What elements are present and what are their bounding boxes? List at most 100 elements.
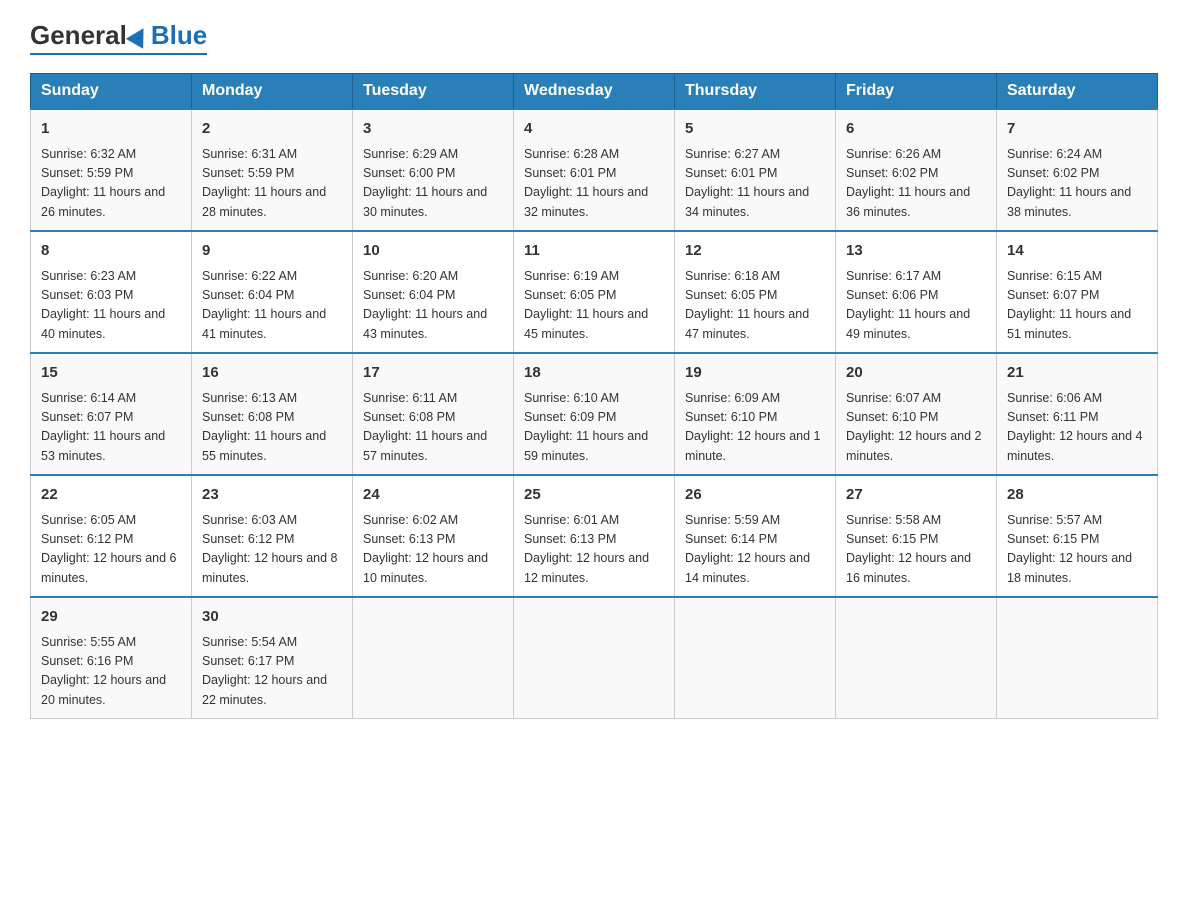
logo-blue-text: Blue bbox=[151, 20, 207, 51]
day-info: Sunrise: 6:03 AMSunset: 6:12 PMDaylight:… bbox=[202, 511, 342, 589]
week-row-3: 15 Sunrise: 6:14 AMSunset: 6:07 PMDayligh… bbox=[31, 353, 1158, 475]
day-info: Sunrise: 6:27 AMSunset: 6:01 PMDaylight:… bbox=[685, 145, 825, 223]
calendar-cell: 5 Sunrise: 6:27 AMSunset: 6:01 PMDaylight… bbox=[675, 109, 836, 231]
day-number: 4 bbox=[524, 118, 664, 141]
calendar-cell: 2 Sunrise: 6:31 AMSunset: 5:59 PMDaylight… bbox=[192, 109, 353, 231]
day-number: 15 bbox=[41, 362, 181, 385]
col-header-sunday: Sunday bbox=[31, 74, 192, 110]
day-info: Sunrise: 6:26 AMSunset: 6:02 PMDaylight:… bbox=[846, 145, 986, 223]
calendar-cell: 1Sunrise: 6:32 AMSunset: 5:59 PMDaylight… bbox=[31, 109, 192, 231]
calendar-cell: 25 Sunrise: 6:01 AMSunset: 6:13 PMDayligh… bbox=[514, 475, 675, 597]
calendar-cell bbox=[353, 597, 514, 719]
day-info: Sunrise: 5:55 AMSunset: 6:16 PMDaylight:… bbox=[41, 633, 181, 711]
calendar-cell: 12 Sunrise: 6:18 AMSunset: 6:05 PMDayligh… bbox=[675, 231, 836, 353]
week-row-1: 1Sunrise: 6:32 AMSunset: 5:59 PMDaylight… bbox=[31, 109, 1158, 231]
calendar-cell: 3 Sunrise: 6:29 AMSunset: 6:00 PMDaylight… bbox=[353, 109, 514, 231]
calendar-cell: 17 Sunrise: 6:11 AMSunset: 6:08 PMDayligh… bbox=[353, 353, 514, 475]
day-number: 20 bbox=[846, 362, 986, 385]
day-info: Sunrise: 6:09 AMSunset: 6:10 PMDaylight:… bbox=[685, 389, 825, 467]
calendar-cell: 9Sunrise: 6:22 AMSunset: 6:04 PMDaylight… bbox=[192, 231, 353, 353]
day-number: 13 bbox=[846, 240, 986, 263]
calendar-cell: 14 Sunrise: 6:15 AMSunset: 6:07 PMDayligh… bbox=[997, 231, 1158, 353]
calendar-cell bbox=[997, 597, 1158, 719]
calendar-cell: 19Sunrise: 6:09 AMSunset: 6:10 PMDayligh… bbox=[675, 353, 836, 475]
day-info: Sunrise: 6:32 AMSunset: 5:59 PMDaylight:… bbox=[41, 145, 181, 223]
col-header-friday: Friday bbox=[836, 74, 997, 110]
day-number: 14 bbox=[1007, 240, 1147, 263]
calendar-cell: 26 Sunrise: 5:59 AMSunset: 6:14 PMDayligh… bbox=[675, 475, 836, 597]
day-number: 7 bbox=[1007, 118, 1147, 141]
day-info: Sunrise: 6:13 AMSunset: 6:08 PMDaylight:… bbox=[202, 389, 342, 467]
day-number: 6 bbox=[846, 118, 986, 141]
calendar-cell: 16Sunrise: 6:13 AMSunset: 6:08 PMDayligh… bbox=[192, 353, 353, 475]
week-row-2: 8 Sunrise: 6:23 AMSunset: 6:03 PMDaylight… bbox=[31, 231, 1158, 353]
day-info: Sunrise: 6:29 AMSunset: 6:00 PMDaylight:… bbox=[363, 145, 503, 223]
calendar-cell: 11 Sunrise: 6:19 AMSunset: 6:05 PMDayligh… bbox=[514, 231, 675, 353]
day-info: Sunrise: 6:23 AMSunset: 6:03 PMDaylight:… bbox=[41, 267, 181, 345]
day-info: Sunrise: 6:15 AMSunset: 6:07 PMDaylight:… bbox=[1007, 267, 1147, 345]
logo-general-text: General bbox=[30, 20, 127, 51]
header-row: SundayMondayTuesdayWednesdayThursdayFrid… bbox=[31, 74, 1158, 110]
calendar-cell: 22Sunrise: 6:05 AMSunset: 6:12 PMDayligh… bbox=[31, 475, 192, 597]
calendar-cell: 21 Sunrise: 6:06 AMSunset: 6:11 PMDayligh… bbox=[997, 353, 1158, 475]
day-info: Sunrise: 6:02 AMSunset: 6:13 PMDaylight:… bbox=[363, 511, 503, 589]
day-number: 27 bbox=[846, 484, 986, 507]
logo-underline bbox=[30, 53, 207, 55]
calendar-cell: 10 Sunrise: 6:20 AMSunset: 6:04 PMDayligh… bbox=[353, 231, 514, 353]
logo: General Blue bbox=[30, 20, 207, 55]
day-info: Sunrise: 6:31 AMSunset: 5:59 PMDaylight:… bbox=[202, 145, 342, 223]
day-info: Sunrise: 6:24 AMSunset: 6:02 PMDaylight:… bbox=[1007, 145, 1147, 223]
day-number: 5 bbox=[685, 118, 825, 141]
week-row-5: 29 Sunrise: 5:55 AMSunset: 6:16 PMDayligh… bbox=[31, 597, 1158, 719]
col-header-wednesday: Wednesday bbox=[514, 74, 675, 110]
calendar-cell: 15 Sunrise: 6:14 AMSunset: 6:07 PMDayligh… bbox=[31, 353, 192, 475]
day-number: 23 bbox=[202, 484, 342, 507]
day-number: 12 bbox=[685, 240, 825, 263]
day-number: 10 bbox=[363, 240, 503, 263]
day-number: 25 bbox=[524, 484, 664, 507]
logo-triangle-icon bbox=[126, 23, 152, 49]
col-header-thursday: Thursday bbox=[675, 74, 836, 110]
day-number: 3 bbox=[363, 118, 503, 141]
week-row-4: 22Sunrise: 6:05 AMSunset: 6:12 PMDayligh… bbox=[31, 475, 1158, 597]
day-info: Sunrise: 6:14 AMSunset: 6:07 PMDaylight:… bbox=[41, 389, 181, 467]
calendar-cell: 7 Sunrise: 6:24 AMSunset: 6:02 PMDaylight… bbox=[997, 109, 1158, 231]
day-info: Sunrise: 6:11 AMSunset: 6:08 PMDaylight:… bbox=[363, 389, 503, 467]
day-number: 18 bbox=[524, 362, 664, 385]
day-number: 26 bbox=[685, 484, 825, 507]
day-number: 8 bbox=[41, 240, 181, 263]
day-number: 2 bbox=[202, 118, 342, 141]
day-info: Sunrise: 5:59 AMSunset: 6:14 PMDaylight:… bbox=[685, 511, 825, 589]
day-number: 17 bbox=[363, 362, 503, 385]
day-info: Sunrise: 6:20 AMSunset: 6:04 PMDaylight:… bbox=[363, 267, 503, 345]
day-number: 29 bbox=[41, 606, 181, 629]
calendar-cell: 6 Sunrise: 6:26 AMSunset: 6:02 PMDaylight… bbox=[836, 109, 997, 231]
day-info: Sunrise: 6:17 AMSunset: 6:06 PMDaylight:… bbox=[846, 267, 986, 345]
calendar-cell: 28Sunrise: 5:57 AMSunset: 6:15 PMDayligh… bbox=[997, 475, 1158, 597]
day-number: 21 bbox=[1007, 362, 1147, 385]
calendar-cell: 18 Sunrise: 6:10 AMSunset: 6:09 PMDayligh… bbox=[514, 353, 675, 475]
day-info: Sunrise: 6:22 AMSunset: 6:04 PMDaylight:… bbox=[202, 267, 342, 345]
calendar-cell: 29 Sunrise: 5:55 AMSunset: 6:16 PMDayligh… bbox=[31, 597, 192, 719]
day-number: 11 bbox=[524, 240, 664, 263]
calendar-cell: 30 Sunrise: 5:54 AMSunset: 6:17 PMDayligh… bbox=[192, 597, 353, 719]
day-info: Sunrise: 6:18 AMSunset: 6:05 PMDaylight:… bbox=[685, 267, 825, 345]
col-header-monday: Monday bbox=[192, 74, 353, 110]
calendar-cell: 8 Sunrise: 6:23 AMSunset: 6:03 PMDaylight… bbox=[31, 231, 192, 353]
day-number: 28 bbox=[1007, 484, 1147, 507]
day-info: Sunrise: 5:58 AMSunset: 6:15 PMDaylight:… bbox=[846, 511, 986, 589]
day-number: 24 bbox=[363, 484, 503, 507]
page-header: General Blue bbox=[30, 20, 1158, 55]
day-info: Sunrise: 5:54 AMSunset: 6:17 PMDaylight:… bbox=[202, 633, 342, 711]
col-header-saturday: Saturday bbox=[997, 74, 1158, 110]
day-number: 30 bbox=[202, 606, 342, 629]
calendar-cell bbox=[836, 597, 997, 719]
day-info: Sunrise: 6:28 AMSunset: 6:01 PMDaylight:… bbox=[524, 145, 664, 223]
day-info: Sunrise: 6:06 AMSunset: 6:11 PMDaylight:… bbox=[1007, 389, 1147, 467]
day-info: Sunrise: 6:01 AMSunset: 6:13 PMDaylight:… bbox=[524, 511, 664, 589]
day-info: Sunrise: 6:07 AMSunset: 6:10 PMDaylight:… bbox=[846, 389, 986, 467]
day-info: Sunrise: 6:19 AMSunset: 6:05 PMDaylight:… bbox=[524, 267, 664, 345]
day-info: Sunrise: 6:10 AMSunset: 6:09 PMDaylight:… bbox=[524, 389, 664, 467]
calendar-cell bbox=[675, 597, 836, 719]
calendar-cell: 13 Sunrise: 6:17 AMSunset: 6:06 PMDayligh… bbox=[836, 231, 997, 353]
